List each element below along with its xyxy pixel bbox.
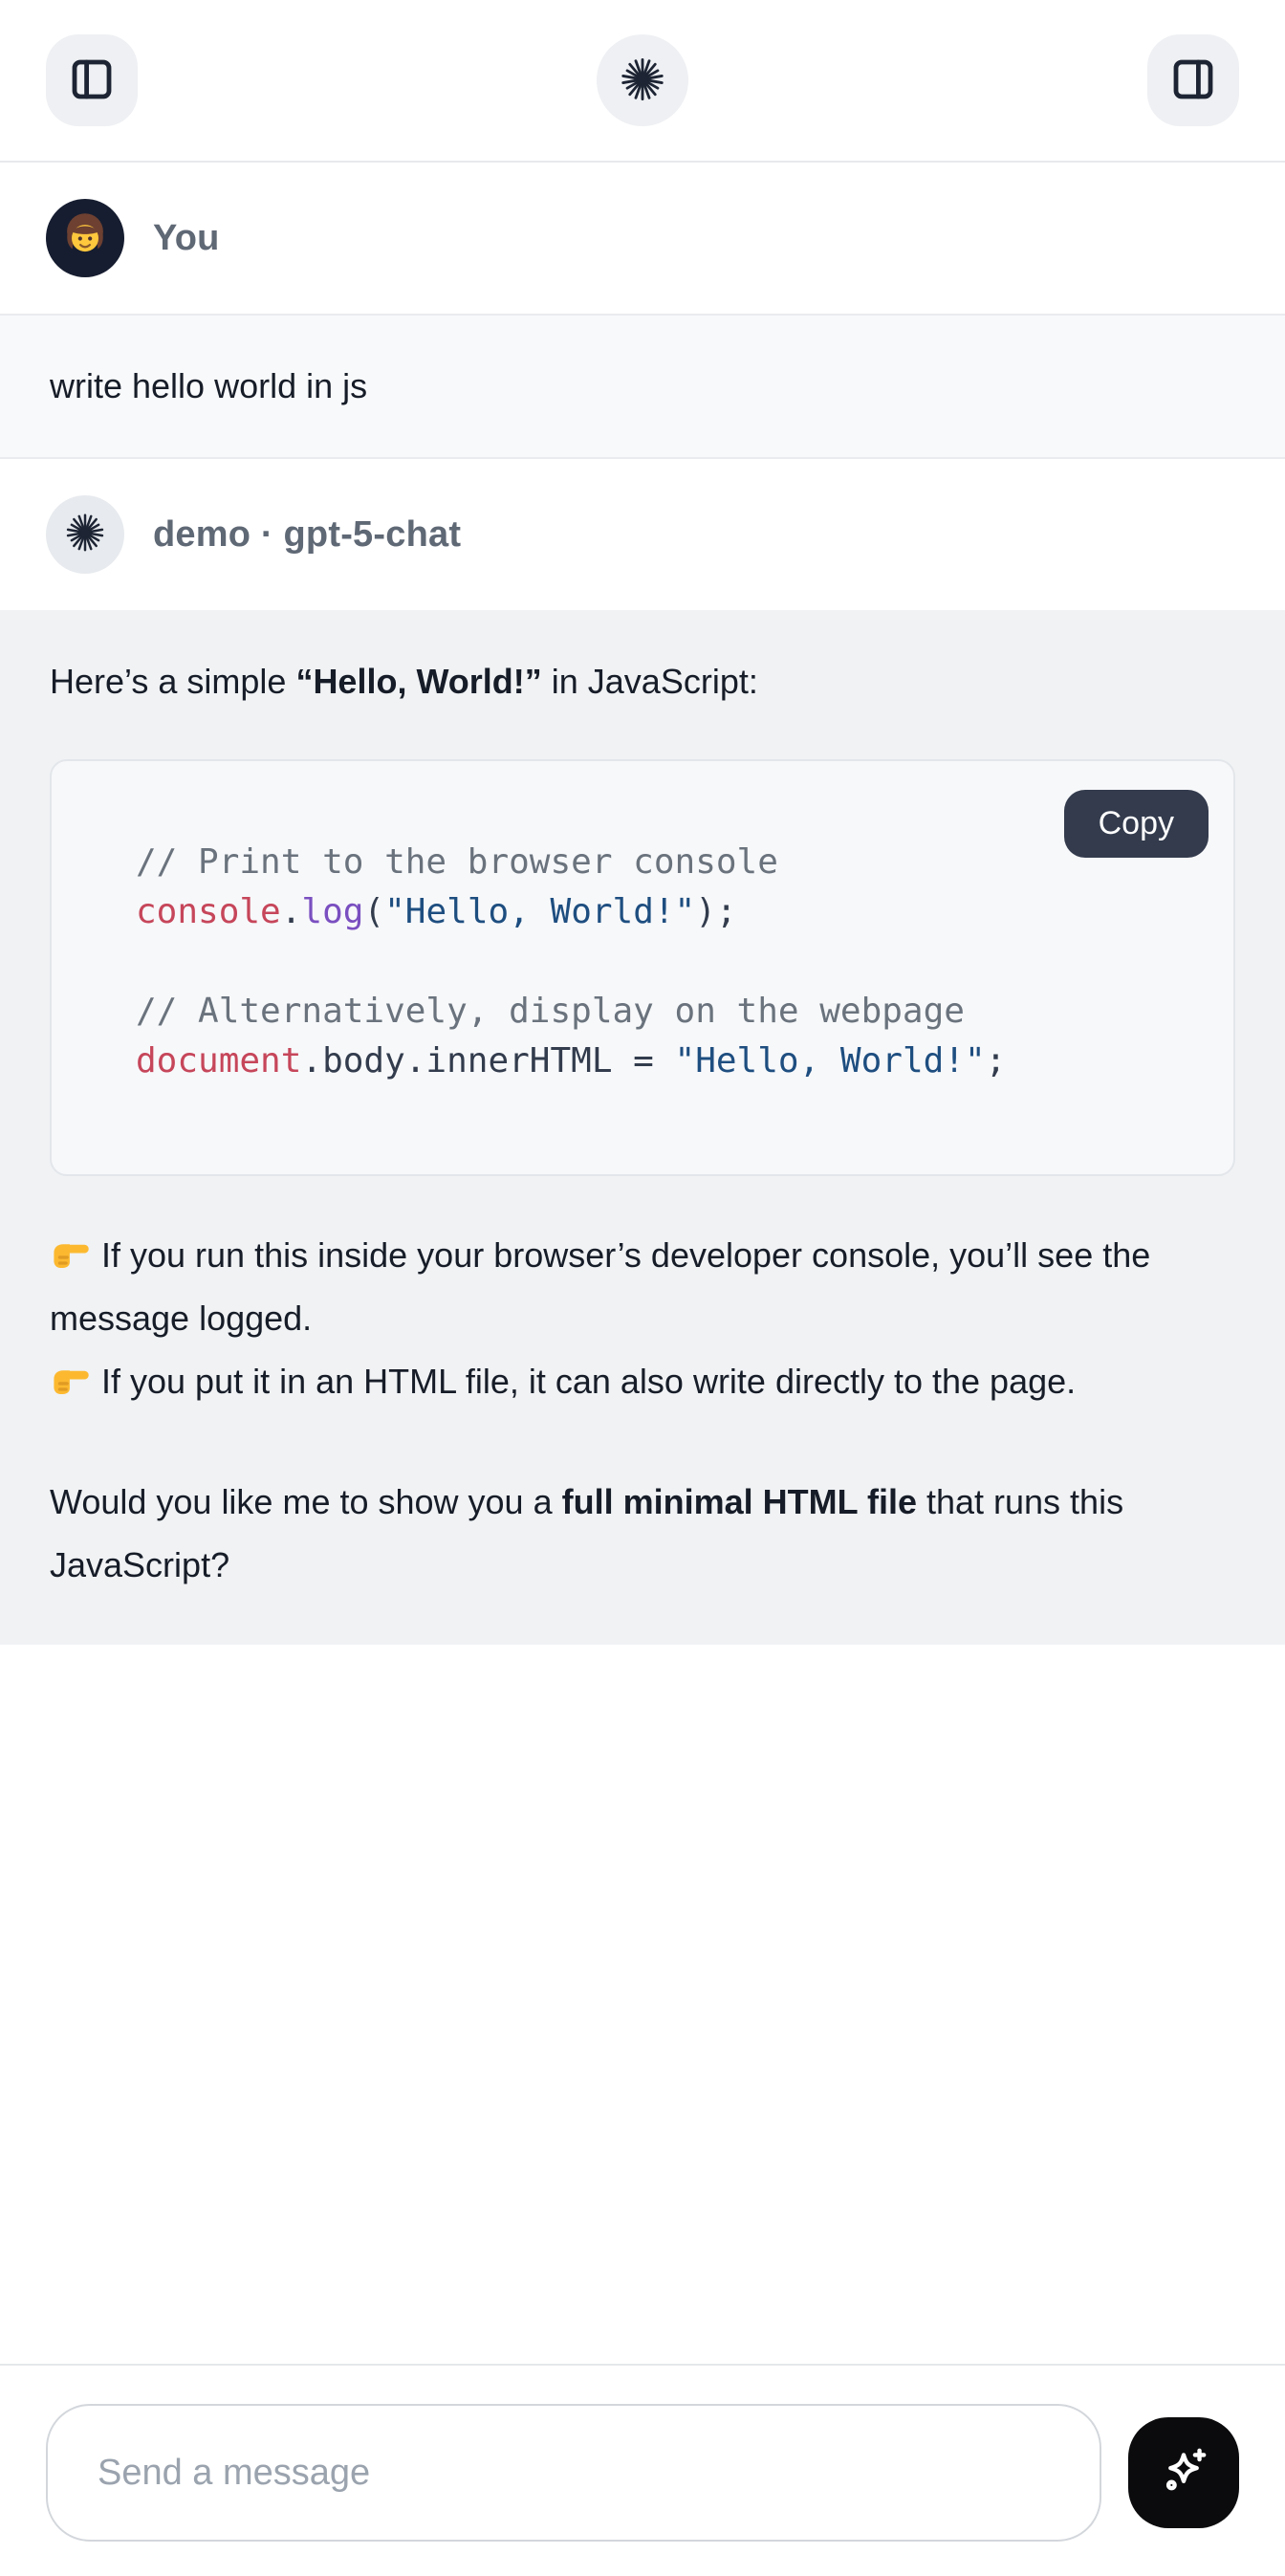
assistant-avatar xyxy=(46,495,124,574)
assistant-message-header: demo · gpt-5-chat xyxy=(0,459,1285,610)
send-button[interactable] xyxy=(1128,2417,1239,2528)
person-emoji-icon xyxy=(58,209,112,268)
question-prefix: Would you like me to show you a xyxy=(50,1482,562,1521)
code-block: Copy // Print to the browser console cons… xyxy=(50,759,1235,1176)
code-comment: // Alternatively, display on the webpage xyxy=(136,992,965,1031)
assistant-tips-paragraph: If you run this inside your browser’s de… xyxy=(50,1224,1235,1413)
code-token: log xyxy=(301,892,363,931)
pointing-right-icon xyxy=(50,1231,92,1273)
code-token: ( xyxy=(363,892,384,931)
code-comment: // Print to the browser console xyxy=(136,842,778,882)
tip-text: If you run this inside your browser’s de… xyxy=(50,1235,1150,1338)
starburst-icon xyxy=(618,55,667,107)
copy-button[interactable]: Copy xyxy=(1064,790,1209,858)
tip-line: If you put it in an HTML file, it can al… xyxy=(50,1350,1235,1413)
tip-line: If you run this inside your browser’s de… xyxy=(50,1224,1235,1350)
message-input[interactable] xyxy=(46,2404,1101,2542)
sparkles-icon xyxy=(1154,2442,1213,2504)
composer-bar xyxy=(0,2364,1285,2576)
code-token: document xyxy=(136,1041,301,1081)
sidebar-toggle-button[interactable] xyxy=(46,34,138,126)
code-token: "Hello, World!" xyxy=(384,892,695,931)
intro-prefix: Here’s a simple xyxy=(50,662,295,701)
assistant-intro-paragraph: Here’s a simple “Hello, World!” in JavaS… xyxy=(50,654,1235,709)
question-bold: full minimal HTML file xyxy=(562,1482,917,1521)
assistant-question-paragraph: Would you like me to show you a full min… xyxy=(50,1471,1235,1597)
code-token: . xyxy=(281,892,302,931)
app-logo-button[interactable] xyxy=(597,34,688,126)
intro-bold: “Hello, World!” xyxy=(295,662,541,701)
right-panel-toggle-button[interactable] xyxy=(1147,34,1239,126)
code-token: .body.innerHTML xyxy=(301,1041,612,1081)
assistant-message-band: Here’s a simple “Hello, World!” in JavaS… xyxy=(0,610,1285,1645)
code-token: = xyxy=(613,1041,675,1081)
code-content: // Print to the browser console console.l… xyxy=(136,838,1195,1086)
chat-scroll-area[interactable] xyxy=(0,1645,1285,2364)
pointing-right-icon xyxy=(50,1357,92,1399)
user-message-header: You xyxy=(0,163,1285,314)
assistant-name-label: demo · gpt-5-chat xyxy=(153,514,461,556)
user-sender-label: You xyxy=(153,218,220,259)
user-message-text: write hello world in js xyxy=(50,366,367,405)
starburst-icon xyxy=(63,511,107,559)
code-token: ; xyxy=(986,1041,1007,1081)
chat-page: You write hello world in js demo · gpt-5… xyxy=(0,0,1285,2576)
tip-text: If you put it in an HTML file, it can al… xyxy=(101,1362,1076,1401)
code-token: "Hello, World!" xyxy=(675,1041,986,1081)
intro-suffix: in JavaScript: xyxy=(542,662,758,701)
code-token: console xyxy=(136,892,281,931)
panel-right-icon xyxy=(1170,56,1216,105)
user-message-band: write hello world in js xyxy=(0,314,1285,459)
panel-left-icon xyxy=(69,56,115,105)
top-bar xyxy=(0,0,1285,163)
user-avatar xyxy=(46,199,124,277)
code-token: ); xyxy=(695,892,736,931)
